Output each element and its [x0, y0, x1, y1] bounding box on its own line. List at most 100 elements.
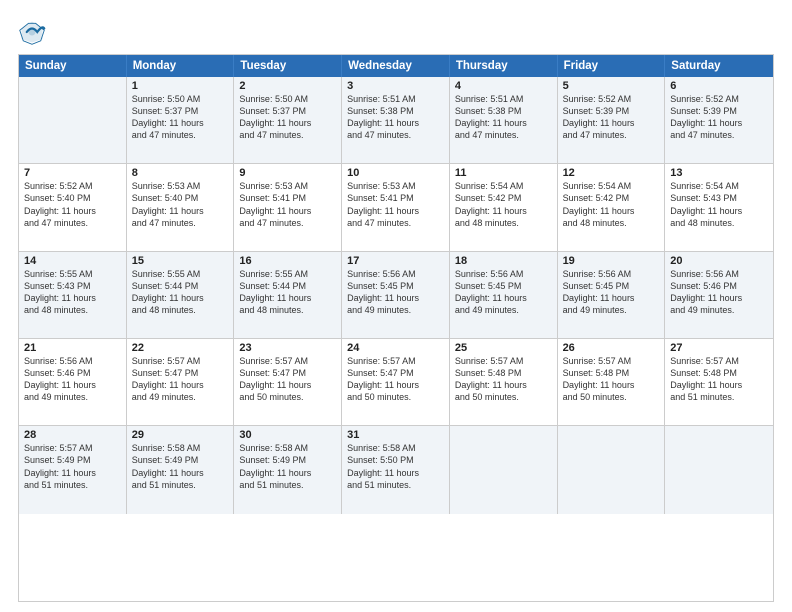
- day-cell-28: 28Sunrise: 5:57 AM Sunset: 5:49 PM Dayli…: [19, 426, 127, 513]
- day-info: Sunrise: 5:58 AM Sunset: 5:50 PM Dayligh…: [347, 442, 444, 491]
- day-cell-5: 5Sunrise: 5:52 AM Sunset: 5:39 PM Daylig…: [558, 77, 666, 163]
- day-info: Sunrise: 5:56 AM Sunset: 5:45 PM Dayligh…: [563, 268, 660, 317]
- empty-cell: [19, 77, 127, 163]
- day-number: 10: [347, 167, 444, 179]
- day-number: 6: [670, 80, 768, 92]
- day-cell-1: 1Sunrise: 5:50 AM Sunset: 5:37 PM Daylig…: [127, 77, 235, 163]
- day-cell-22: 22Sunrise: 5:57 AM Sunset: 5:47 PM Dayli…: [127, 339, 235, 425]
- day-info: Sunrise: 5:57 AM Sunset: 5:47 PM Dayligh…: [347, 355, 444, 404]
- day-cell-13: 13Sunrise: 5:54 AM Sunset: 5:43 PM Dayli…: [665, 164, 773, 250]
- day-cell-9: 9Sunrise: 5:53 AM Sunset: 5:41 PM Daylig…: [234, 164, 342, 250]
- day-number: 28: [24, 429, 121, 441]
- header-day-sunday: Sunday: [19, 55, 127, 77]
- day-number: 11: [455, 167, 552, 179]
- day-number: 30: [239, 429, 336, 441]
- day-number: 17: [347, 255, 444, 267]
- calendar-row-2: 7Sunrise: 5:52 AM Sunset: 5:40 PM Daylig…: [19, 164, 773, 251]
- day-number: 26: [563, 342, 660, 354]
- day-info: Sunrise: 5:57 AM Sunset: 5:49 PM Dayligh…: [24, 442, 121, 491]
- header-day-tuesday: Tuesday: [234, 55, 342, 77]
- day-info: Sunrise: 5:53 AM Sunset: 5:41 PM Dayligh…: [347, 180, 444, 229]
- day-number: 19: [563, 255, 660, 267]
- day-number: 15: [132, 255, 229, 267]
- day-cell-15: 15Sunrise: 5:55 AM Sunset: 5:44 PM Dayli…: [127, 252, 235, 338]
- day-cell-31: 31Sunrise: 5:58 AM Sunset: 5:50 PM Dayli…: [342, 426, 450, 513]
- day-cell-29: 29Sunrise: 5:58 AM Sunset: 5:49 PM Dayli…: [127, 426, 235, 513]
- day-number: 13: [670, 167, 768, 179]
- day-info: Sunrise: 5:53 AM Sunset: 5:41 PM Dayligh…: [239, 180, 336, 229]
- day-info: Sunrise: 5:52 AM Sunset: 5:40 PM Dayligh…: [24, 180, 121, 229]
- day-info: Sunrise: 5:54 AM Sunset: 5:42 PM Dayligh…: [563, 180, 660, 229]
- logo: [18, 18, 52, 46]
- calendar-row-3: 14Sunrise: 5:55 AM Sunset: 5:43 PM Dayli…: [19, 252, 773, 339]
- day-info: Sunrise: 5:54 AM Sunset: 5:42 PM Dayligh…: [455, 180, 552, 229]
- day-number: 29: [132, 429, 229, 441]
- day-number: 20: [670, 255, 768, 267]
- day-info: Sunrise: 5:54 AM Sunset: 5:43 PM Dayligh…: [670, 180, 768, 229]
- calendar-header: SundayMondayTuesdayWednesdayThursdayFrid…: [19, 55, 773, 77]
- day-info: Sunrise: 5:55 AM Sunset: 5:44 PM Dayligh…: [239, 268, 336, 317]
- calendar-row-1: 1Sunrise: 5:50 AM Sunset: 5:37 PM Daylig…: [19, 77, 773, 164]
- day-info: Sunrise: 5:57 AM Sunset: 5:48 PM Dayligh…: [563, 355, 660, 404]
- header: [18, 18, 774, 46]
- day-cell-7: 7Sunrise: 5:52 AM Sunset: 5:40 PM Daylig…: [19, 164, 127, 250]
- day-cell-30: 30Sunrise: 5:58 AM Sunset: 5:49 PM Dayli…: [234, 426, 342, 513]
- empty-cell: [558, 426, 666, 513]
- day-cell-2: 2Sunrise: 5:50 AM Sunset: 5:37 PM Daylig…: [234, 77, 342, 163]
- header-day-thursday: Thursday: [450, 55, 558, 77]
- day-number: 25: [455, 342, 552, 354]
- day-cell-12: 12Sunrise: 5:54 AM Sunset: 5:42 PM Dayli…: [558, 164, 666, 250]
- day-info: Sunrise: 5:53 AM Sunset: 5:40 PM Dayligh…: [132, 180, 229, 229]
- day-cell-11: 11Sunrise: 5:54 AM Sunset: 5:42 PM Dayli…: [450, 164, 558, 250]
- day-cell-21: 21Sunrise: 5:56 AM Sunset: 5:46 PM Dayli…: [19, 339, 127, 425]
- day-number: 21: [24, 342, 121, 354]
- day-info: Sunrise: 5:52 AM Sunset: 5:39 PM Dayligh…: [670, 93, 768, 142]
- header-day-friday: Friday: [558, 55, 666, 77]
- day-info: Sunrise: 5:55 AM Sunset: 5:44 PM Dayligh…: [132, 268, 229, 317]
- day-info: Sunrise: 5:58 AM Sunset: 5:49 PM Dayligh…: [132, 442, 229, 491]
- header-day-saturday: Saturday: [665, 55, 773, 77]
- day-cell-14: 14Sunrise: 5:55 AM Sunset: 5:43 PM Dayli…: [19, 252, 127, 338]
- day-cell-23: 23Sunrise: 5:57 AM Sunset: 5:47 PM Dayli…: [234, 339, 342, 425]
- day-info: Sunrise: 5:50 AM Sunset: 5:37 PM Dayligh…: [239, 93, 336, 142]
- day-number: 3: [347, 80, 444, 92]
- calendar: SundayMondayTuesdayWednesdayThursdayFrid…: [18, 54, 774, 602]
- day-cell-20: 20Sunrise: 5:56 AM Sunset: 5:46 PM Dayli…: [665, 252, 773, 338]
- header-day-monday: Monday: [127, 55, 235, 77]
- day-info: Sunrise: 5:57 AM Sunset: 5:48 PM Dayligh…: [455, 355, 552, 404]
- day-cell-25: 25Sunrise: 5:57 AM Sunset: 5:48 PM Dayli…: [450, 339, 558, 425]
- day-cell-6: 6Sunrise: 5:52 AM Sunset: 5:39 PM Daylig…: [665, 77, 773, 163]
- day-cell-24: 24Sunrise: 5:57 AM Sunset: 5:47 PM Dayli…: [342, 339, 450, 425]
- day-cell-4: 4Sunrise: 5:51 AM Sunset: 5:38 PM Daylig…: [450, 77, 558, 163]
- empty-cell: [450, 426, 558, 513]
- day-cell-3: 3Sunrise: 5:51 AM Sunset: 5:38 PM Daylig…: [342, 77, 450, 163]
- day-number: 7: [24, 167, 121, 179]
- day-info: Sunrise: 5:58 AM Sunset: 5:49 PM Dayligh…: [239, 442, 336, 491]
- calendar-body: 1Sunrise: 5:50 AM Sunset: 5:37 PM Daylig…: [19, 77, 773, 601]
- day-number: 14: [24, 255, 121, 267]
- logo-icon: [18, 18, 46, 46]
- day-info: Sunrise: 5:57 AM Sunset: 5:48 PM Dayligh…: [670, 355, 768, 404]
- day-number: 27: [670, 342, 768, 354]
- day-cell-27: 27Sunrise: 5:57 AM Sunset: 5:48 PM Dayli…: [665, 339, 773, 425]
- day-cell-19: 19Sunrise: 5:56 AM Sunset: 5:45 PM Dayli…: [558, 252, 666, 338]
- day-info: Sunrise: 5:57 AM Sunset: 5:47 PM Dayligh…: [239, 355, 336, 404]
- day-info: Sunrise: 5:51 AM Sunset: 5:38 PM Dayligh…: [455, 93, 552, 142]
- empty-cell: [665, 426, 773, 513]
- day-cell-10: 10Sunrise: 5:53 AM Sunset: 5:41 PM Dayli…: [342, 164, 450, 250]
- day-info: Sunrise: 5:56 AM Sunset: 5:46 PM Dayligh…: [24, 355, 121, 404]
- day-number: 18: [455, 255, 552, 267]
- day-number: 12: [563, 167, 660, 179]
- day-number: 16: [239, 255, 336, 267]
- day-info: Sunrise: 5:52 AM Sunset: 5:39 PM Dayligh…: [563, 93, 660, 142]
- day-number: 4: [455, 80, 552, 92]
- calendar-row-4: 21Sunrise: 5:56 AM Sunset: 5:46 PM Dayli…: [19, 339, 773, 426]
- day-cell-8: 8Sunrise: 5:53 AM Sunset: 5:40 PM Daylig…: [127, 164, 235, 250]
- day-cell-18: 18Sunrise: 5:56 AM Sunset: 5:45 PM Dayli…: [450, 252, 558, 338]
- page: SundayMondayTuesdayWednesdayThursdayFrid…: [0, 0, 792, 612]
- day-info: Sunrise: 5:50 AM Sunset: 5:37 PM Dayligh…: [132, 93, 229, 142]
- day-cell-16: 16Sunrise: 5:55 AM Sunset: 5:44 PM Dayli…: [234, 252, 342, 338]
- day-number: 24: [347, 342, 444, 354]
- day-number: 1: [132, 80, 229, 92]
- day-number: 2: [239, 80, 336, 92]
